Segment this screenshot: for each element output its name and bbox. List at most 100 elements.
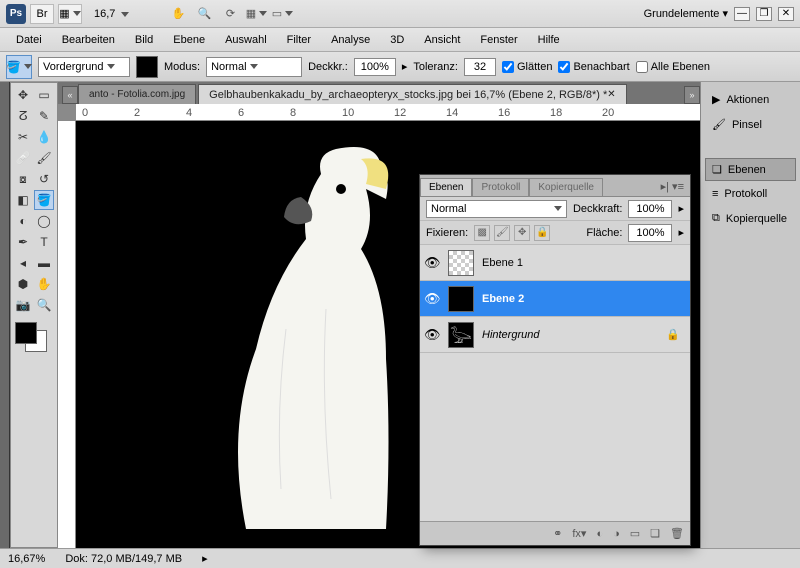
antialias-checkbox[interactable]: Glätten (502, 61, 552, 73)
3d-tool[interactable]: ⬢ (13, 274, 33, 294)
document-tab-inactive[interactable]: anto - Fotolia.com.jpg (78, 84, 196, 104)
hand-tool[interactable]: ✋ (34, 274, 54, 294)
eyedropper-tool[interactable]: 💧 (34, 127, 54, 147)
layer-thumbnail[interactable]: 𓅬 (448, 322, 474, 348)
minimize-button[interactable]: — (734, 7, 750, 21)
menu-ansicht[interactable]: Ansicht (416, 31, 468, 49)
zoom-icon[interactable]: 🔍 (193, 4, 215, 24)
hand-icon[interactable]: ✋ (167, 4, 189, 24)
zoom-tool[interactable]: 🔍 (34, 295, 54, 315)
delete-icon[interactable]: 🗑 (670, 527, 684, 540)
status-zoom[interactable]: 16,67% (8, 553, 45, 565)
rotate-icon[interactable]: ⟳ (219, 4, 241, 24)
panel-tab-kopierquelle[interactable]: Kopierquelle (529, 178, 603, 196)
visibility-icon[interactable]: 👁 (424, 291, 440, 307)
marquee-tool[interactable]: ▭ (34, 85, 54, 105)
layer-opacity-input[interactable]: 100% (628, 200, 672, 218)
dock-pinsel[interactable]: 🖌Pinsel (705, 113, 796, 136)
new-layer-icon[interactable]: ❏ (650, 527, 660, 540)
layer-row[interactable]: 👁 Ebene 2 (420, 281, 690, 317)
layer-name[interactable]: Ebene 2 (482, 293, 524, 305)
layer-thumbnail[interactable] (448, 250, 474, 276)
fill-select[interactable]: Vordergrund (38, 57, 130, 77)
layer-thumbnail[interactable] (448, 286, 474, 312)
layer-row[interactable]: 👁 Ebene 1 (420, 245, 690, 281)
arrange-icon[interactable]: ▦ (245, 4, 267, 24)
left-collapse-strip[interactable] (0, 82, 10, 548)
shape-tool[interactable]: ▬ (34, 253, 54, 273)
foreground-color[interactable] (15, 322, 37, 344)
link-icon[interactable]: ⚭ (553, 527, 562, 540)
move-tool[interactable]: ✥ (13, 85, 33, 105)
opacity-input[interactable]: 100% (354, 58, 396, 76)
menu-auswahl[interactable]: Auswahl (217, 31, 275, 49)
color-swatches[interactable] (13, 322, 53, 352)
fx-icon[interactable]: fx▾ (572, 527, 586, 540)
mode-label: Modus: (164, 61, 200, 73)
current-tool-icon[interactable]: 🪣 (6, 55, 32, 79)
group-icon[interactable]: ▭ (630, 527, 640, 540)
quick-select-tool[interactable]: ✎ (34, 106, 54, 126)
close-button[interactable]: ✕ (778, 7, 794, 21)
layer-row[interactable]: 👁 𓅬 Hintergrund 🔒 (420, 317, 690, 353)
pen-tool[interactable]: ✒ (13, 232, 33, 252)
pattern-swatch[interactable] (136, 56, 158, 78)
crop-tool[interactable]: ✂ (13, 127, 33, 147)
all-layers-checkbox[interactable]: Alle Ebenen (636, 61, 710, 73)
stamp-tool[interactable]: ⧇ (13, 169, 33, 189)
dodge-tool[interactable]: ◯ (34, 211, 54, 231)
path-select-tool[interactable]: ◂ (13, 253, 33, 273)
lock-pixels-icon[interactable]: 🖌 (494, 225, 510, 241)
adjustment-icon[interactable]: ◑ (613, 528, 620, 540)
blend-mode-select[interactable]: Normal (426, 200, 567, 218)
tab-scroll-left[interactable]: « (62, 86, 78, 104)
screen-mode-icon[interactable]: ▭ (271, 4, 293, 24)
menu-filter[interactable]: Filter (279, 31, 319, 49)
eraser-tool[interactable]: ◧ (13, 190, 33, 210)
tolerance-input[interactable]: 32 (464, 58, 496, 76)
restore-button[interactable]: ❐ (756, 7, 772, 21)
lock-transparent-icon[interactable]: ▩ (474, 225, 490, 241)
workspace-switcher[interactable]: Grundelemente ▾ (644, 7, 728, 20)
lock-all-icon[interactable]: 🔒 (534, 225, 550, 241)
panel-tab-protokoll[interactable]: Protokoll (472, 178, 529, 196)
menu-datei[interactable]: Datei (8, 31, 50, 49)
menu-fenster[interactable]: Fenster (472, 31, 525, 49)
dock-ebenen[interactable]: ❏Ebenen (705, 158, 796, 181)
document-tab-active[interactable]: Gelbhaubenkakadu_by_archaeopteryx_stocks… (198, 84, 626, 104)
layers-list: 👁 Ebene 1 👁 Ebene 2 👁 𓅬 Hintergrund 🔒 (420, 245, 690, 521)
history-brush-tool[interactable]: ↺ (34, 169, 54, 189)
fill-input[interactable]: 100% (628, 224, 672, 242)
mini-bridge-button[interactable]: ▦ (58, 4, 82, 24)
dock-protokoll[interactable]: ≡Protokoll (705, 183, 796, 205)
zoom-display[interactable]: 16,7 (86, 8, 137, 20)
bridge-button[interactable]: Br (30, 4, 54, 24)
dock-aktionen[interactable]: ▶Aktionen (705, 88, 796, 111)
lock-position-icon[interactable]: ✥ (514, 225, 530, 241)
menu-3d[interactable]: 3D (382, 31, 412, 49)
heal-tool[interactable]: 🩹 (13, 148, 33, 168)
panel-menu-icon[interactable]: ▸| ▾≡ (655, 177, 690, 196)
blur-tool[interactable]: ◐ (13, 211, 33, 231)
contiguous-checkbox[interactable]: Benachbart (558, 61, 629, 73)
layer-name[interactable]: Ebene 1 (482, 257, 523, 269)
menu-bild[interactable]: Bild (127, 31, 161, 49)
brush-tool[interactable]: 🖌 (34, 148, 54, 168)
menu-bearbeiten[interactable]: Bearbeiten (54, 31, 123, 49)
layer-name[interactable]: Hintergrund (482, 329, 539, 341)
mode-select[interactable]: Normal (206, 57, 302, 77)
camera-tool[interactable]: 📷 (13, 295, 33, 315)
menu-analyse[interactable]: Analyse (323, 31, 378, 49)
dock-kopierquelle[interactable]: ⧉Kopierquelle (705, 207, 796, 230)
menu-hilfe[interactable]: Hilfe (530, 31, 568, 49)
tab-scroll-right[interactable]: » (684, 86, 700, 104)
status-doc: Dok: 72,0 MB/149,7 MB (65, 553, 182, 565)
mask-icon[interactable]: ◐ (596, 528, 603, 540)
visibility-icon[interactable]: 👁 (424, 327, 440, 343)
visibility-icon[interactable]: 👁 (424, 255, 440, 271)
type-tool[interactable]: T (34, 232, 54, 252)
menu-ebene[interactable]: Ebene (165, 31, 213, 49)
bucket-tool[interactable]: 🪣 (34, 190, 54, 210)
panel-tab-ebenen[interactable]: Ebenen (420, 178, 472, 196)
lasso-tool[interactable]: ⵒ (13, 106, 33, 126)
